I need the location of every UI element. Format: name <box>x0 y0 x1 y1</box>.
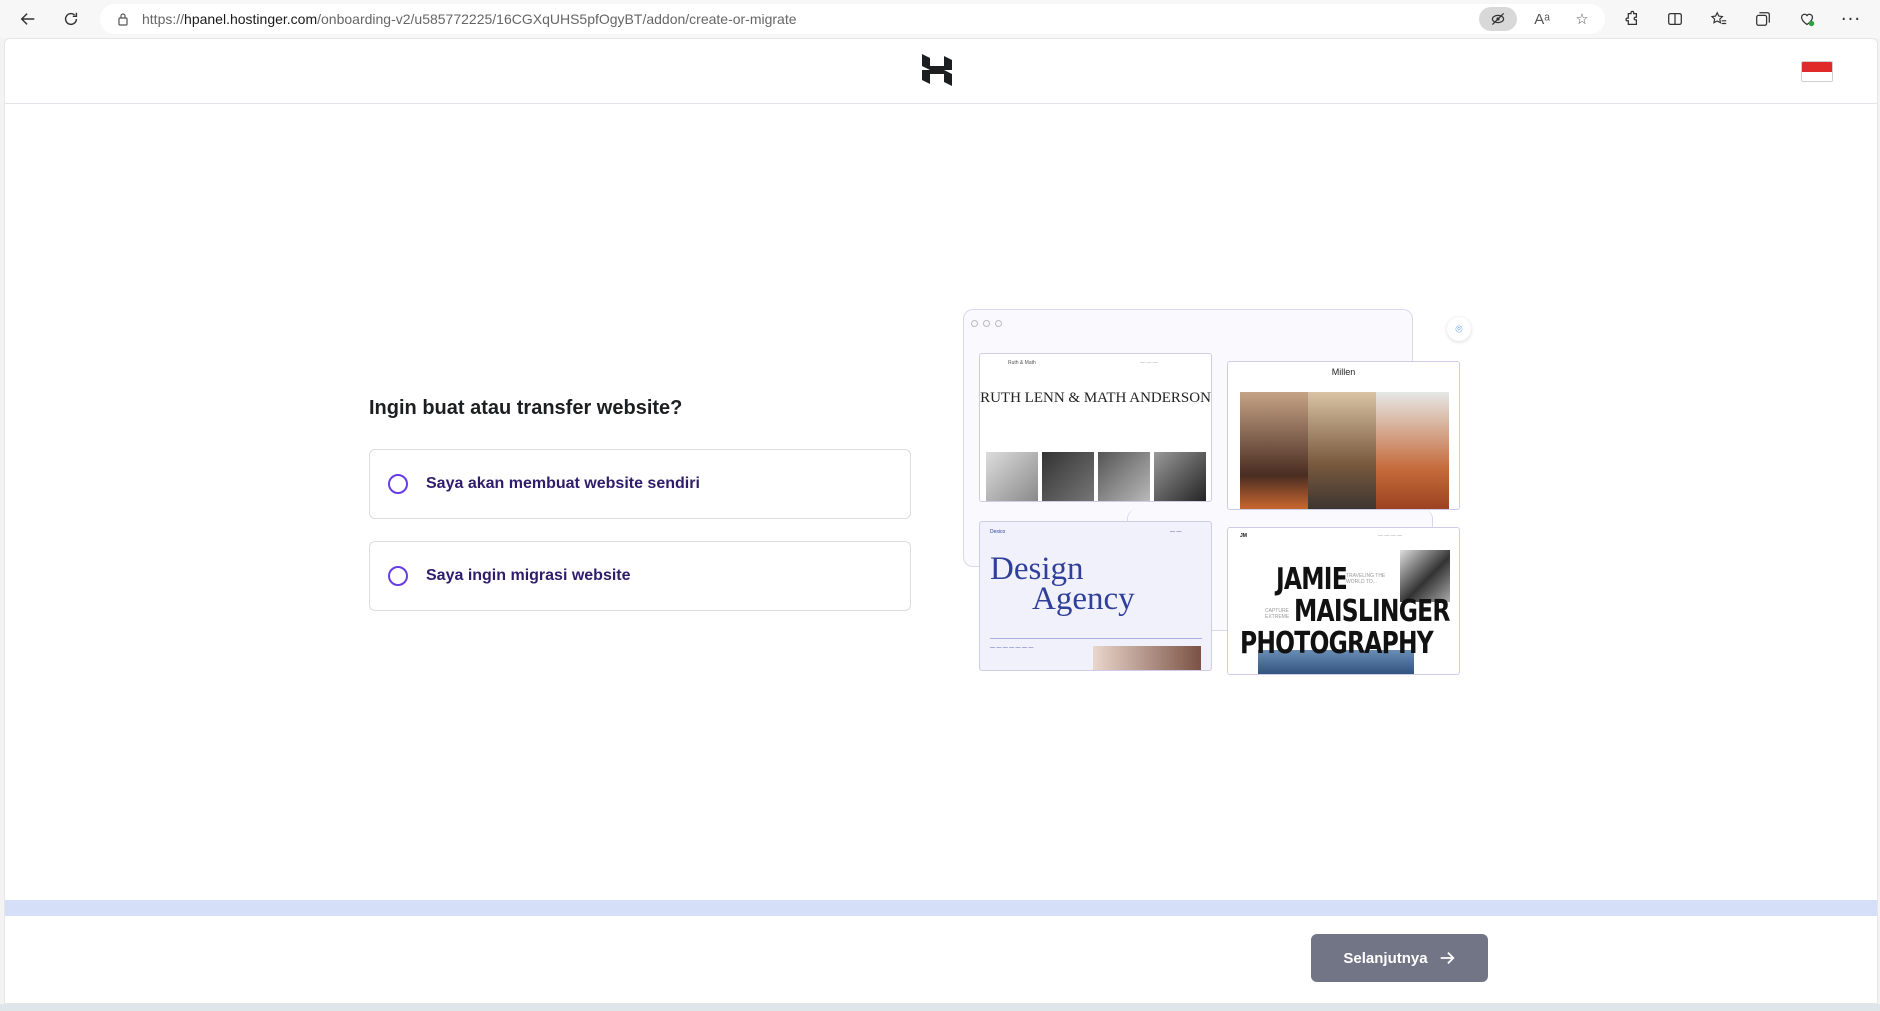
collections-icon <box>1756 12 1770 26</box>
photo <box>1042 452 1094 501</box>
website-templates-illustration: ⌾ Ruth & Math — — — RUTH LENN & MATH AND… <box>957 309 1487 735</box>
read-aloud-button[interactable]: A͏ᵃ <box>1527 7 1557 31</box>
settings-more-button[interactable]: ··· <box>1832 3 1870 35</box>
page-footer: Selanjutnya <box>5 916 1877 1003</box>
card-brand: Desico <box>990 529 1006 535</box>
photo <box>1308 392 1376 509</box>
read-aloud-icon: A͏ᵃ <box>1534 10 1550 28</box>
url-host: hpanel.hostinger.com <box>184 11 318 27</box>
photo <box>1093 646 1201 670</box>
split-screen-icon <box>1668 12 1682 26</box>
option-migrate-website[interactable]: Saya ingin migrasi website <box>369 541 911 611</box>
template-card-millen: Millen <box>1227 361 1460 510</box>
card-title-line2: MAISLINGER <box>1294 594 1450 629</box>
card-brand: Ruth & Math <box>1008 360 1036 366</box>
address-bar[interactable]: https://hpanel.hostinger.com/onboarding-… <box>100 4 1605 34</box>
card-title-line1: JAMIE <box>1276 562 1348 597</box>
more-horizontal-icon: ··· <box>1840 8 1862 30</box>
heart-pulse-icon <box>1800 13 1815 27</box>
scan-icon: ⌾ <box>1447 317 1471 341</box>
card-nav: — — — — <box>1378 533 1403 539</box>
card-text: — — — — — — — <box>990 645 1034 651</box>
photo <box>1376 392 1449 509</box>
tracking-prevention-button[interactable] <box>1479 7 1517 31</box>
refresh-button[interactable] <box>55 3 87 35</box>
arrow-right-icon <box>1440 951 1455 965</box>
onboarding-page: Ingin buat atau transfer website? Saya a… <box>4 38 1878 1004</box>
indonesia-flag-icon <box>1802 62 1832 72</box>
extensions-button[interactable] <box>1612 3 1650 35</box>
option-create-website[interactable]: Saya akan membuat website sendiri <box>369 449 911 519</box>
card-tag: CAPTURE EXTREME <box>1265 608 1290 620</box>
next-button[interactable]: Selanjutnya <box>1311 934 1488 982</box>
collections-button[interactable] <box>1744 3 1782 35</box>
card-title: RUTH LENN & MATH ANDERSON <box>980 390 1211 406</box>
back-button[interactable] <box>12 3 44 35</box>
card-nav: — — <box>1170 529 1182 535</box>
favorite-button[interactable]: ☆ <box>1567 7 1597 31</box>
card-title: Design Agency <box>990 551 1135 617</box>
favorites-button[interactable] <box>1700 3 1738 35</box>
refresh-icon <box>64 12 78 26</box>
star-icon: ☆ <box>1575 11 1589 28</box>
option-label: Saya ingin migrasi website <box>426 567 631 584</box>
page-title: Ingin buat atau transfer website? <box>369 397 683 419</box>
card-title-line3: PHOTOGRAPHY <box>1240 626 1434 661</box>
window-dots <box>971 320 1002 327</box>
next-button-label: Selanjutnya <box>1343 949 1428 967</box>
photo <box>986 452 1038 501</box>
card-logo: JM <box>1240 533 1247 539</box>
photo <box>1154 452 1206 501</box>
page-header <box>5 39 1877 104</box>
photo <box>1098 452 1150 501</box>
url-prefix: https:// <box>142 11 185 27</box>
split-screen-button[interactable] <box>1656 3 1694 35</box>
language-selector[interactable] <box>1801 61 1833 82</box>
favorites-list-icon <box>1710 11 1727 25</box>
card-title: Millen <box>1331 367 1356 377</box>
lock-icon <box>118 13 128 26</box>
eye-slash-icon <box>1491 12 1505 26</box>
radio-button[interactable] <box>388 566 408 586</box>
window-bottom-edge <box>0 1004 1880 1011</box>
radio-button[interactable] <box>388 474 408 494</box>
browser-essentials-button[interactable] <box>1788 3 1826 35</box>
template-card-design-agency: Desico — — Design Agency — — — — — — — <box>979 521 1212 671</box>
option-label: Saya akan membuat website sendiri <box>426 475 700 492</box>
puzzle-icon <box>1625 10 1638 26</box>
photo <box>1240 392 1308 509</box>
progress-bar <box>5 900 1877 916</box>
card-tag: TRAVELING THE WORLD TO... <box>1346 573 1386 585</box>
arrow-left-icon <box>20 13 35 25</box>
template-card-jamie: JM — — — — JAMIE TRAVELING THE WORLD TO.… <box>1227 527 1460 675</box>
card-nav: — — — <box>1140 360 1158 366</box>
browser-toolbar: https://hpanel.hostinger.com/onboarding-… <box>0 0 1880 38</box>
template-card-ruth: Ruth & Math — — — RUTH LENN & MATH ANDER… <box>979 353 1212 502</box>
hostinger-logo-icon <box>922 54 952 86</box>
url-path: /onboarding-v2/u585772225/16CGXqUHS5pfOg… <box>317 11 797 27</box>
